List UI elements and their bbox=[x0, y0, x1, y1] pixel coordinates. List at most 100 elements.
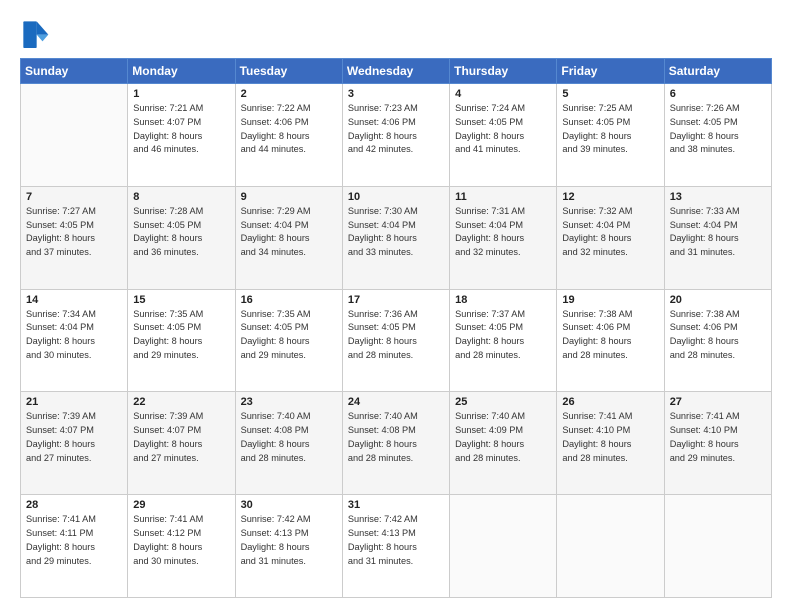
day-info: Sunrise: 7:42 AM Sunset: 4:13 PM Dayligh… bbox=[348, 513, 444, 568]
day-number: 17 bbox=[348, 294, 444, 306]
calendar-cell: 24 Sunrise: 7:40 AM Sunset: 4:08 PM Dayli… bbox=[342, 392, 449, 495]
col-header-tuesday: Tuesday bbox=[235, 59, 342, 84]
day-info: Sunrise: 7:36 AM Sunset: 4:05 PM Dayligh… bbox=[348, 308, 444, 363]
day-info: Sunrise: 7:35 AM Sunset: 4:05 PM Dayligh… bbox=[133, 308, 229, 363]
day-info: Sunrise: 7:23 AM Sunset: 4:06 PM Dayligh… bbox=[348, 102, 444, 157]
day-info: Sunrise: 7:29 AM Sunset: 4:04 PM Dayligh… bbox=[241, 205, 337, 260]
day-number: 31 bbox=[348, 499, 444, 511]
day-number: 2 bbox=[241, 88, 337, 100]
logo-icon bbox=[20, 18, 50, 48]
day-number: 12 bbox=[562, 191, 658, 203]
calendar-cell: 7 Sunrise: 7:27 AM Sunset: 4:05 PM Daylig… bbox=[21, 186, 128, 289]
calendar-cell: 3 Sunrise: 7:23 AM Sunset: 4:06 PM Daylig… bbox=[342, 84, 449, 187]
calendar-row-1: 1 Sunrise: 7:21 AM Sunset: 4:07 PM Daylig… bbox=[21, 84, 772, 187]
day-number: 29 bbox=[133, 499, 229, 511]
day-number: 4 bbox=[455, 88, 551, 100]
calendar-cell: 25 Sunrise: 7:40 AM Sunset: 4:09 PM Dayli… bbox=[450, 392, 557, 495]
col-header-thursday: Thursday bbox=[450, 59, 557, 84]
day-info: Sunrise: 7:24 AM Sunset: 4:05 PM Dayligh… bbox=[455, 102, 551, 157]
day-number: 26 bbox=[562, 396, 658, 408]
calendar-cell: 19 Sunrise: 7:38 AM Sunset: 4:06 PM Dayli… bbox=[557, 289, 664, 392]
col-header-saturday: Saturday bbox=[664, 59, 771, 84]
calendar-cell: 12Sunrise: 7:32 AM Sunset: 4:04 PM Dayli… bbox=[557, 186, 664, 289]
col-header-friday: Friday bbox=[557, 59, 664, 84]
calendar-cell bbox=[664, 495, 771, 598]
day-number: 9 bbox=[241, 191, 337, 203]
day-info: Sunrise: 7:39 AM Sunset: 4:07 PM Dayligh… bbox=[26, 410, 122, 465]
calendar-cell: 10Sunrise: 7:30 AM Sunset: 4:04 PM Dayli… bbox=[342, 186, 449, 289]
calendar-cell: 16Sunrise: 7:35 AM Sunset: 4:05 PM Dayli… bbox=[235, 289, 342, 392]
calendar-cell: 9 Sunrise: 7:29 AM Sunset: 4:04 PM Daylig… bbox=[235, 186, 342, 289]
col-header-sunday: Sunday bbox=[21, 59, 128, 84]
day-number: 7 bbox=[26, 191, 122, 203]
calendar-cell: 28 Sunrise: 7:41 AM Sunset: 4:11 PM Dayli… bbox=[21, 495, 128, 598]
calendar-cell bbox=[557, 495, 664, 598]
calendar-cell bbox=[450, 495, 557, 598]
logo bbox=[20, 18, 54, 48]
calendar-cell: 30 Sunrise: 7:42 AM Sunset: 4:13 PM Dayli… bbox=[235, 495, 342, 598]
calendar-cell: 11Sunrise: 7:31 AM Sunset: 4:04 PM Dayli… bbox=[450, 186, 557, 289]
header bbox=[20, 18, 772, 48]
day-info: Sunrise: 7:41 AM Sunset: 4:10 PM Dayligh… bbox=[670, 410, 766, 465]
calendar-cell: 6 Sunrise: 7:26 AM Sunset: 4:05 PM Daylig… bbox=[664, 84, 771, 187]
day-info: Sunrise: 7:40 AM Sunset: 4:08 PM Dayligh… bbox=[241, 410, 337, 465]
calendar-cell: 29 Sunrise: 7:41 AM Sunset: 4:12 PM Dayli… bbox=[128, 495, 235, 598]
day-number: 8 bbox=[133, 191, 229, 203]
calendar-cell bbox=[21, 84, 128, 187]
calendar-cell: 2 Sunrise: 7:22 AM Sunset: 4:06 PM Daylig… bbox=[235, 84, 342, 187]
col-header-wednesday: Wednesday bbox=[342, 59, 449, 84]
day-number: 28 bbox=[26, 499, 122, 511]
day-number: 16 bbox=[241, 294, 337, 306]
day-number: 24 bbox=[348, 396, 444, 408]
day-info: Sunrise: 7:42 AM Sunset: 4:13 PM Dayligh… bbox=[241, 513, 337, 568]
day-info: Sunrise: 7:40 AM Sunset: 4:09 PM Dayligh… bbox=[455, 410, 551, 465]
calendar-row-4: 21 Sunrise: 7:39 AM Sunset: 4:07 PM Dayli… bbox=[21, 392, 772, 495]
calendar-cell: 20Sunrise: 7:38 AM Sunset: 4:06 PM Dayli… bbox=[664, 289, 771, 392]
calendar-cell: 23 Sunrise: 7:40 AM Sunset: 4:08 PM Dayli… bbox=[235, 392, 342, 495]
day-info: Sunrise: 7:40 AM Sunset: 4:08 PM Dayligh… bbox=[348, 410, 444, 465]
calendar-cell: 4 Sunrise: 7:24 AM Sunset: 4:05 PM Daylig… bbox=[450, 84, 557, 187]
day-number: 1 bbox=[133, 88, 229, 100]
calendar-cell: 22Sunrise: 7:39 AM Sunset: 4:07 PM Dayli… bbox=[128, 392, 235, 495]
day-number: 3 bbox=[348, 88, 444, 100]
day-number: 27 bbox=[670, 396, 766, 408]
day-info: Sunrise: 7:41 AM Sunset: 4:11 PM Dayligh… bbox=[26, 513, 122, 568]
day-info: Sunrise: 7:41 AM Sunset: 4:10 PM Dayligh… bbox=[562, 410, 658, 465]
day-number: 23 bbox=[241, 396, 337, 408]
calendar-header-row: SundayMondayTuesdayWednesdayThursdayFrid… bbox=[21, 59, 772, 84]
calendar-cell: 18 Sunrise: 7:37 AM Sunset: 4:05 PM Dayli… bbox=[450, 289, 557, 392]
calendar-cell: 8 Sunrise: 7:28 AM Sunset: 4:05 PM Daylig… bbox=[128, 186, 235, 289]
calendar-table: SundayMondayTuesdayWednesdayThursdayFrid… bbox=[20, 58, 772, 598]
day-info: Sunrise: 7:37 AM Sunset: 4:05 PM Dayligh… bbox=[455, 308, 551, 363]
calendar-cell: 17 Sunrise: 7:36 AM Sunset: 4:05 PM Dayli… bbox=[342, 289, 449, 392]
day-info: Sunrise: 7:22 AM Sunset: 4:06 PM Dayligh… bbox=[241, 102, 337, 157]
day-info: Sunrise: 7:26 AM Sunset: 4:05 PM Dayligh… bbox=[670, 102, 766, 157]
day-number: 13 bbox=[670, 191, 766, 203]
day-number: 18 bbox=[455, 294, 551, 306]
day-info: Sunrise: 7:41 AM Sunset: 4:12 PM Dayligh… bbox=[133, 513, 229, 568]
calendar-row-2: 7 Sunrise: 7:27 AM Sunset: 4:05 PM Daylig… bbox=[21, 186, 772, 289]
calendar-cell: 15 Sunrise: 7:35 AM Sunset: 4:05 PM Dayli… bbox=[128, 289, 235, 392]
day-info: Sunrise: 7:38 AM Sunset: 4:06 PM Dayligh… bbox=[562, 308, 658, 363]
col-header-monday: Monday bbox=[128, 59, 235, 84]
day-number: 22 bbox=[133, 396, 229, 408]
calendar-cell: 26 Sunrise: 7:41 AM Sunset: 4:10 PM Dayli… bbox=[557, 392, 664, 495]
calendar-cell: 1 Sunrise: 7:21 AM Sunset: 4:07 PM Daylig… bbox=[128, 84, 235, 187]
day-number: 6 bbox=[670, 88, 766, 100]
day-number: 15 bbox=[133, 294, 229, 306]
day-number: 30 bbox=[241, 499, 337, 511]
day-info: Sunrise: 7:28 AM Sunset: 4:05 PM Dayligh… bbox=[133, 205, 229, 260]
calendar-cell: 21 Sunrise: 7:39 AM Sunset: 4:07 PM Dayli… bbox=[21, 392, 128, 495]
day-info: Sunrise: 7:34 AM Sunset: 4:04 PM Dayligh… bbox=[26, 308, 122, 363]
calendar-row-5: 28 Sunrise: 7:41 AM Sunset: 4:11 PM Dayli… bbox=[21, 495, 772, 598]
calendar-cell: 31 Sunrise: 7:42 AM Sunset: 4:13 PM Dayli… bbox=[342, 495, 449, 598]
day-number: 21 bbox=[26, 396, 122, 408]
day-info: Sunrise: 7:21 AM Sunset: 4:07 PM Dayligh… bbox=[133, 102, 229, 157]
day-info: Sunrise: 7:27 AM Sunset: 4:05 PM Dayligh… bbox=[26, 205, 122, 260]
day-info: Sunrise: 7:33 AM Sunset: 4:04 PM Dayligh… bbox=[670, 205, 766, 260]
day-info: Sunrise: 7:30 AM Sunset: 4:04 PM Dayligh… bbox=[348, 205, 444, 260]
calendar-cell: 13 Sunrise: 7:33 AM Sunset: 4:04 PM Dayli… bbox=[664, 186, 771, 289]
page: SundayMondayTuesdayWednesdayThursdayFrid… bbox=[0, 0, 792, 612]
day-number: 19 bbox=[562, 294, 658, 306]
day-number: 25 bbox=[455, 396, 551, 408]
